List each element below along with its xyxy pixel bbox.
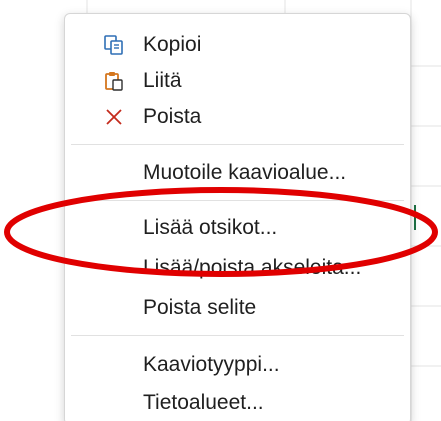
menu-item-chart-type[interactable]: Kaaviotyyppi... bbox=[65, 347, 410, 383]
menu-item-add-remove-axes[interactable]: Lisää/poista akseleita... bbox=[65, 250, 410, 286]
menu-separator bbox=[71, 144, 404, 145]
paste-icon bbox=[105, 72, 123, 91]
menu-item-label: Kopioi bbox=[143, 33, 202, 56]
menu-item-label: Poista selite bbox=[143, 296, 257, 319]
menu-item-delete[interactable]: Poista bbox=[65, 99, 410, 135]
menu-item-label: Liitä bbox=[143, 69, 182, 92]
menu-item-label: Kaaviotyyppi... bbox=[143, 353, 280, 376]
menu-item-format-chart-area[interactable]: Muotoile kaavioalue... bbox=[65, 155, 410, 191]
menu-item-add-titles[interactable]: Lisää otsikot... bbox=[65, 210, 410, 246]
menu-item-paste[interactable]: Liitä bbox=[65, 63, 410, 99]
menu-item-remove-legend[interactable]: Poista selite bbox=[65, 290, 410, 326]
context-menu: Kopioi Liitä Poista Muotoile kaavioalue.… bbox=[64, 13, 411, 421]
menu-item-label: Lisää otsikot... bbox=[143, 216, 278, 239]
menu-item-data-ranges[interactable]: Tietoalueet... bbox=[65, 385, 410, 421]
menu-separator bbox=[71, 200, 404, 201]
delete-x-icon bbox=[106, 109, 122, 125]
menu-item-label: Muotoile kaavioalue... bbox=[143, 161, 347, 184]
menu-item-label: Poista bbox=[143, 105, 202, 128]
screenshot-stage: Kopioi Liitä Poista Muotoile kaavioalue.… bbox=[0, 0, 441, 421]
copy-icon bbox=[104, 35, 123, 55]
menu-item-label: Tietoalueet... bbox=[143, 391, 264, 414]
menu-item-copy[interactable]: Kopioi bbox=[65, 27, 410, 63]
menu-separator bbox=[71, 335, 404, 336]
menu-item-label: Lisää/poista akseleita... bbox=[143, 256, 362, 279]
